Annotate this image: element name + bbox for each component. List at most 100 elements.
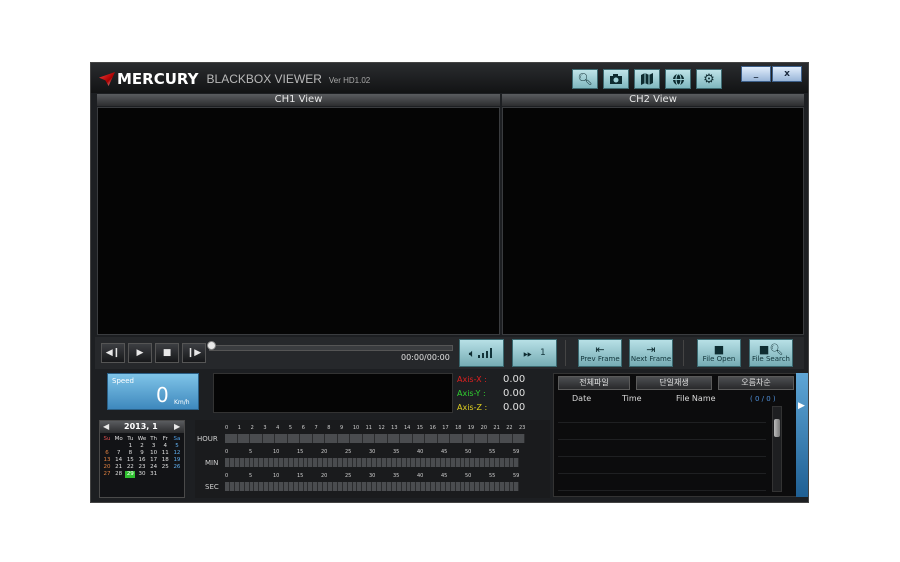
calendar-day[interactable]: 22 bbox=[125, 464, 135, 471]
hour-cell[interactable] bbox=[487, 434, 500, 443]
hour-cell[interactable] bbox=[462, 434, 475, 443]
hour-cell[interactable] bbox=[475, 434, 488, 443]
volume-button[interactable]: 🔈︎ bbox=[459, 339, 504, 367]
hour-cell[interactable] bbox=[287, 434, 300, 443]
calendar-day[interactable]: 2 bbox=[137, 443, 147, 450]
tab-single-play[interactable]: 단일재생 bbox=[636, 376, 712, 390]
hour-cell[interactable] bbox=[275, 434, 288, 443]
hour-cell[interactable] bbox=[350, 434, 363, 443]
calendar-day[interactable]: 20 bbox=[102, 464, 112, 471]
hour-cell[interactable] bbox=[375, 434, 388, 443]
hour-cell[interactable] bbox=[412, 434, 425, 443]
step-back-button[interactable]: ◀︎❙ bbox=[101, 343, 125, 363]
hour-cell[interactable] bbox=[225, 434, 238, 443]
seek-handle[interactable] bbox=[207, 341, 216, 350]
hour-cell[interactable] bbox=[312, 434, 325, 443]
hour-cell[interactable] bbox=[237, 434, 250, 443]
second-track[interactable] bbox=[225, 482, 520, 491]
column-time[interactable]: Time bbox=[622, 394, 642, 403]
fast-forward-icon: ⏩︎ bbox=[523, 346, 533, 360]
list-scrollbar[interactable] bbox=[772, 406, 782, 492]
hour-cell[interactable] bbox=[387, 434, 400, 443]
calendar-day[interactable]: 12 bbox=[172, 450, 182, 457]
calendar-day[interactable]: 6 bbox=[102, 450, 112, 457]
hour-cell[interactable] bbox=[437, 434, 450, 443]
calendar-day[interactable]: 26 bbox=[172, 464, 182, 471]
prev-frame-button[interactable]: ⇤ Prev Frame bbox=[578, 339, 622, 367]
calendar-day[interactable]: 9 bbox=[137, 450, 147, 457]
web-button[interactable] bbox=[665, 69, 691, 89]
calendar-day[interactable]: 28 bbox=[114, 471, 124, 478]
hour-cell[interactable] bbox=[300, 434, 313, 443]
column-file-name[interactable]: File Name bbox=[676, 394, 716, 403]
calendar-day[interactable]: 17 bbox=[149, 457, 159, 464]
calendar-day[interactable]: 1 bbox=[125, 443, 135, 450]
calendar-day[interactable]: 4 bbox=[160, 443, 170, 450]
hour-cell[interactable] bbox=[450, 434, 463, 443]
hour-scale-label: 6 bbox=[301, 425, 305, 431]
seek-slider[interactable] bbox=[209, 345, 453, 351]
file-list[interactable] bbox=[558, 406, 766, 492]
calendar-day[interactable]: 29 bbox=[125, 471, 136, 478]
calendar-day[interactable]: 30 bbox=[137, 471, 147, 478]
calendar-next-button[interactable]: ▶︎ bbox=[174, 422, 180, 431]
close-button[interactable]: x bbox=[772, 66, 802, 82]
calendar-day[interactable]: 3 bbox=[149, 443, 159, 450]
ch1-video-area[interactable] bbox=[97, 107, 500, 335]
calendar-day[interactable]: 18 bbox=[160, 457, 170, 464]
calendar-day[interactable]: 13 bbox=[102, 457, 112, 464]
hour-cell[interactable] bbox=[337, 434, 350, 443]
step-forward-button[interactable]: ❙▶︎ bbox=[182, 343, 206, 363]
hour-scale-label: 19 bbox=[467, 425, 475, 431]
panel-expand-tab[interactable]: ▶︎ bbox=[796, 373, 808, 497]
calendar-day[interactable]: 27 bbox=[102, 471, 112, 478]
tab-ascending[interactable]: 오름차순 bbox=[718, 376, 794, 390]
minute-cell[interactable] bbox=[514, 458, 520, 467]
hour-cell[interactable] bbox=[262, 434, 275, 443]
globe-icon bbox=[672, 73, 684, 85]
hour-cell[interactable] bbox=[362, 434, 375, 443]
hour-cell[interactable] bbox=[425, 434, 438, 443]
minimize-button[interactable]: _ bbox=[741, 66, 771, 82]
hour-cell[interactable] bbox=[512, 434, 525, 443]
frame-speed-button[interactable]: ⏩︎ 1 bbox=[512, 339, 557, 367]
file-open-button[interactable]: ■ File Open bbox=[697, 339, 741, 367]
calendar-prev-button[interactable]: ◀︎ bbox=[103, 422, 109, 431]
calendar-day[interactable]: 19 bbox=[172, 457, 182, 464]
calendar-day[interactable]: 23 bbox=[137, 464, 147, 471]
calendar-day[interactable]: 14 bbox=[114, 457, 124, 464]
map-button[interactable] bbox=[634, 69, 660, 89]
calendar-day[interactable]: 16 bbox=[137, 457, 147, 464]
calendar-day[interactable]: 21 bbox=[114, 464, 124, 471]
calendar-day[interactable]: 24 bbox=[149, 464, 159, 471]
tab-all-files[interactable]: 전체파일 bbox=[558, 376, 630, 390]
calendar-day[interactable]: 7 bbox=[114, 450, 124, 457]
calendar-day[interactable]: 10 bbox=[149, 450, 159, 457]
column-date[interactable]: Date bbox=[572, 394, 591, 403]
snapshot-button[interactable] bbox=[603, 69, 629, 89]
calendar-day[interactable]: 15 bbox=[125, 457, 135, 464]
stop-button[interactable]: ■ bbox=[155, 343, 179, 363]
second-cell[interactable] bbox=[514, 482, 520, 491]
hour-cell[interactable] bbox=[325, 434, 338, 443]
calendar-day[interactable]: 25 bbox=[160, 464, 170, 471]
calendar-day[interactable]: 8 bbox=[125, 450, 135, 457]
hour-cell[interactable] bbox=[400, 434, 413, 443]
calendar-day[interactable]: 5 bbox=[172, 443, 182, 450]
hour-cell[interactable] bbox=[250, 434, 263, 443]
calendar-week-row: 13 14 15 16 17 18 19 bbox=[102, 457, 182, 464]
calendar-day[interactable]: 31 bbox=[149, 471, 159, 478]
hour-track[interactable] bbox=[225, 434, 525, 443]
second-scale-label: 30 bbox=[369, 473, 376, 479]
hour-cell[interactable] bbox=[500, 434, 513, 443]
file-search-button[interactable]: ■🔍︎ File Search bbox=[749, 339, 793, 367]
minute-track[interactable] bbox=[225, 458, 520, 467]
settings-button[interactable]: ⚙ bbox=[696, 69, 722, 89]
play-button[interactable]: ▶︎ bbox=[128, 343, 152, 363]
minute-scale-label: 0 bbox=[225, 449, 229, 455]
next-frame-button[interactable]: ⇥ Next Frame bbox=[629, 339, 673, 367]
ch2-video-area[interactable] bbox=[502, 107, 804, 335]
scrollbar-thumb[interactable] bbox=[774, 419, 780, 437]
zoom-button[interactable]: 🔍︎ bbox=[572, 69, 598, 89]
calendar-day[interactable]: 11 bbox=[160, 450, 170, 457]
